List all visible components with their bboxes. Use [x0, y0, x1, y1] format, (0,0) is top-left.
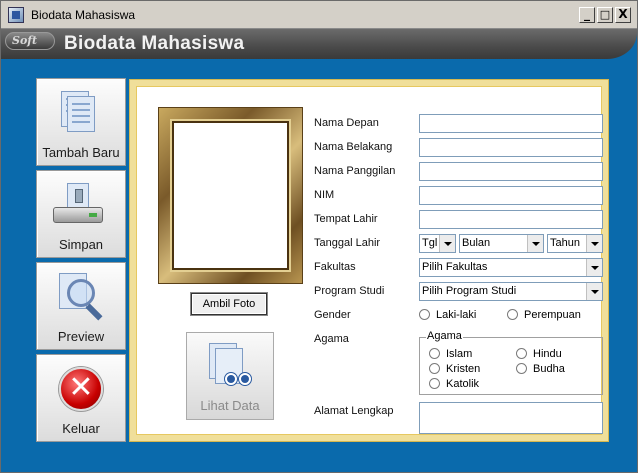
preview-button[interactable]: Preview	[36, 262, 126, 350]
app-window: Biodata Mahasiswa _ □ X Soft Biodata Mah…	[0, 0, 638, 473]
header-title: Biodata Mahasiswa	[64, 33, 245, 54]
alamat-label: Alamat Lengkap	[314, 405, 394, 417]
tahun-select[interactable]: Tahun	[547, 234, 603, 253]
agama-groupbox: Agama Islam Hindu Kristen Budha Katolik	[419, 330, 603, 395]
tambah-baru-button[interactable]: Tambah Baru	[36, 78, 126, 166]
nama-belakang-input[interactable]	[419, 138, 603, 157]
gender-perempuan-label: Perempuan	[524, 309, 581, 321]
radio-circle-icon	[507, 309, 518, 320]
simpan-label: Simpan	[58, 237, 104, 252]
agama-group-title: Agama	[426, 330, 463, 342]
nama-belakang-label: Nama Belakang	[314, 141, 393, 153]
preview-label: Preview	[57, 329, 105, 344]
agama-label: Agama	[314, 333, 349, 345]
radio-circle-icon	[419, 309, 430, 320]
lihat-data-label: Lihat Data	[200, 398, 260, 413]
agama-hindu-radio[interactable]: Hindu	[516, 348, 562, 360]
title-bar[interactable]: Biodata Mahasiswa _ □ X	[1, 1, 637, 29]
radio-circle-icon	[516, 363, 527, 374]
maximize-button[interactable]: □	[597, 7, 613, 23]
close-button[interactable]: X	[615, 7, 631, 23]
lihat-data-button[interactable]: Lihat Data	[186, 332, 274, 420]
tempat-lahir-label: Tempat Lahir	[314, 213, 378, 225]
fakultas-select[interactable]: Pilih Fakultas	[419, 258, 603, 277]
nama-depan-label: Nama Depan	[314, 117, 379, 129]
biodata-panel: Ambil Foto Lihat Data Nama Depan Nama Be…	[130, 80, 608, 441]
brand-logo: Soft	[5, 32, 55, 50]
agama-kristen-label: Kristen	[446, 363, 481, 375]
radio-circle-icon	[429, 348, 440, 359]
program-studi-select[interactable]: Pilih Program Studi	[419, 282, 603, 301]
ambil-foto-button[interactable]: Ambil Foto	[191, 293, 267, 315]
photo-frame	[158, 107, 303, 284]
agama-budha-radio[interactable]: Budha	[516, 363, 565, 375]
agama-islam-label: Islam	[446, 348, 473, 360]
nama-panggilan-input[interactable]	[419, 162, 603, 181]
gender-label: Gender	[314, 309, 351, 321]
agama-katolik-label: Katolik	[446, 378, 480, 390]
minimize-button[interactable]: _	[579, 7, 595, 23]
tanggal-select[interactable]: Tgl	[419, 234, 456, 253]
agama-kristen-radio[interactable]: Kristen	[429, 363, 480, 375]
tanggal-lahir-label: Tanggal Lahir	[314, 237, 381, 249]
chevron-down-icon[interactable]	[586, 259, 602, 276]
bulan-select[interactable]: Bulan	[459, 234, 544, 253]
photo-area	[172, 121, 289, 270]
nama-panggilan-label: Nama Panggilan	[314, 165, 396, 177]
keluar-button[interactable]: ✕ Keluar	[36, 354, 126, 442]
app-header: Soft Biodata Mahasiswa	[1, 29, 637, 59]
nama-depan-input[interactable]	[419, 114, 603, 133]
gender-perempuan-radio[interactable]: Perempuan	[507, 309, 581, 321]
view-data-icon	[209, 343, 253, 387]
app-icon	[8, 7, 24, 23]
radio-circle-icon	[429, 363, 440, 374]
tempat-lahir-input[interactable]	[419, 210, 603, 229]
keluar-label: Keluar	[62, 421, 100, 436]
bulan-value: Bulan	[462, 237, 491, 249]
tambah-baru-label: Tambah Baru	[42, 145, 120, 160]
alamat-textarea[interactable]	[419, 402, 603, 434]
radio-circle-icon	[429, 378, 440, 389]
document-stack-icon	[61, 91, 99, 135]
agama-budha-label: Budha	[533, 363, 565, 375]
magnifier-document-icon	[59, 273, 107, 321]
agama-islam-radio[interactable]: Islam	[429, 348, 472, 360]
radio-circle-icon	[516, 348, 527, 359]
chevron-down-icon[interactable]	[586, 283, 602, 300]
nim-label: NIM	[314, 189, 335, 201]
exit-x-icon: ✕	[59, 367, 103, 411]
agama-hindu-label: Hindu	[533, 348, 562, 360]
fakultas-label: Fakultas	[314, 261, 356, 273]
program-studi-label: Program Studi	[314, 285, 385, 297]
tanggal-value: Tgl	[422, 237, 438, 249]
agama-katolik-radio[interactable]: Katolik	[429, 378, 479, 390]
chevron-down-icon[interactable]	[586, 235, 602, 252]
window-title: Biodata Mahasiswa	[31, 8, 136, 22]
program-studi-value: Pilih Program Studi	[422, 285, 517, 297]
save-drive-icon	[53, 183, 109, 229]
chevron-down-icon[interactable]	[527, 235, 543, 252]
tahun-value: Tahun	[550, 237, 580, 249]
simpan-button[interactable]: Simpan	[36, 170, 126, 258]
fakultas-value: Pilih Fakultas	[422, 261, 488, 273]
gender-laki-laki-label: Laki-laki	[436, 309, 477, 321]
nim-input[interactable]	[419, 186, 603, 205]
gender-laki-laki-radio[interactable]: Laki-laki	[419, 309, 476, 321]
chevron-down-icon[interactable]	[439, 235, 455, 252]
